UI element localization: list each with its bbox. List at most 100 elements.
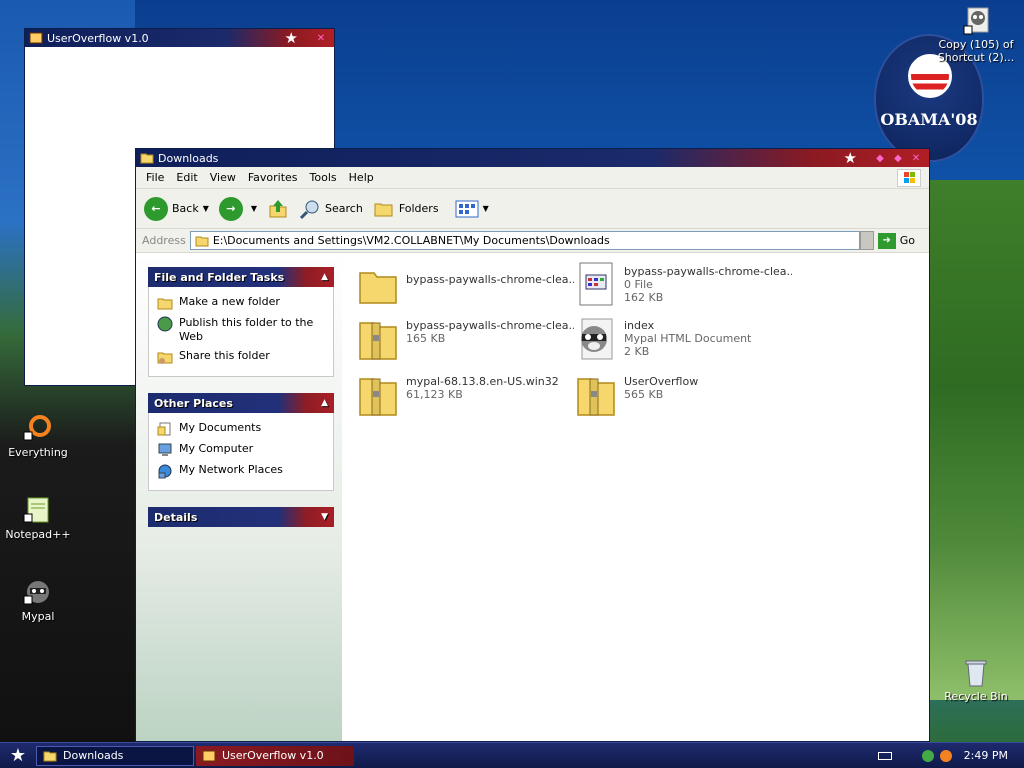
back-label: Back	[172, 202, 199, 215]
minimize-icon[interactable]: ◆	[871, 153, 889, 164]
desktop-icon-mypal[interactable]: Mypal	[0, 576, 76, 623]
task-new-folder[interactable]: Make a new folder	[157, 295, 325, 311]
close-icon[interactable]: ✕	[312, 33, 330, 44]
explorer-window[interactable]: Downloads ★ ◆ ◆ ✕ File Edit View Favorit…	[135, 148, 930, 742]
file-name: bypass-paywalls-chrome-clea...	[406, 319, 574, 332]
taskbar: ★ Downloads UserOverflow v1.0 2:49 PM	[0, 742, 1024, 768]
file-item-folder[interactable]: bypass-paywalls-chrome-clea...	[354, 261, 574, 311]
forward-button[interactable]: → ▼	[218, 196, 257, 221]
file-item-useroverflow[interactable]: UserOverflow 565 KB	[572, 371, 792, 421]
details-header[interactable]: Details ▼	[148, 507, 334, 527]
search-button[interactable]: Search	[299, 198, 363, 220]
place-my-documents-label: My Documents	[179, 421, 262, 434]
file-type: Mypal HTML Document	[624, 332, 752, 345]
desktop-shortcut-copy[interactable]: Copy (105) of Shortcut (2)...	[934, 4, 1018, 64]
taskbar-item-useroverflow-label: UserOverflow v1.0	[222, 749, 324, 762]
address-dropdown[interactable]	[859, 231, 874, 250]
collapse-icon[interactable]: ▲	[321, 398, 328, 408]
taskbar-item-downloads-label: Downloads	[63, 749, 124, 762]
keyboard-icon[interactable]	[877, 751, 892, 760]
address-bar: Address E:\Documents and Settings\VM2.CO…	[136, 229, 929, 253]
file-item-zip[interactable]: bypass-paywalls-chrome-clea... 165 KB	[354, 315, 574, 365]
useroverflow-titlebar[interactable]: UserOverflow v1.0 ★ ✕	[25, 29, 334, 47]
other-places-header[interactable]: Other Places ▲	[148, 393, 334, 413]
menu-tools[interactable]: Tools	[304, 171, 343, 184]
raccoon-shortcut-icon	[963, 7, 989, 35]
place-my-computer[interactable]: My Computer	[157, 442, 325, 458]
file-folder-tasks-panel: File and Folder Tasks ▲ Make a new folde…	[148, 267, 334, 377]
up-button[interactable]	[267, 198, 289, 220]
file-name: bypass-paywalls-chrome-clea...	[624, 265, 792, 278]
standard-toolbar: ← Back ▼ → ▼ Search Folders ▼	[136, 189, 929, 229]
desktop-icon-everything[interactable]: Everything	[0, 412, 76, 459]
file-folder-tasks-header[interactable]: File and Folder Tasks ▲	[148, 267, 334, 287]
file-name: index	[624, 319, 655, 332]
zip-folder-icon	[359, 322, 397, 360]
file-item-mypal-zip[interactable]: mypal-68.13.8.en-US.win32 61,123 KB	[354, 371, 574, 421]
taskbar-item-downloads[interactable]: Downloads	[36, 745, 194, 766]
go-button[interactable]: ➜ Go	[877, 232, 915, 249]
menu-file[interactable]: File	[140, 171, 170, 184]
network-icon	[158, 464, 172, 479]
desktop-icon-recycle-bin-label: Recycle Bin	[944, 690, 1008, 703]
address-label: Address	[142, 234, 186, 247]
folder-icon	[195, 236, 209, 246]
network-tray-icon[interactable]	[921, 749, 934, 762]
clock[interactable]: 2:49 PM	[964, 749, 1008, 762]
task-publish-web[interactable]: Publish this folder to the Web	[157, 316, 325, 344]
menu-favorites[interactable]: Favorites	[242, 171, 304, 184]
file-list: bypass-paywalls-chrome-clea... bypass-pa…	[342, 253, 929, 741]
explorer-titlebar[interactable]: Downloads ★ ◆ ◆ ✕	[136, 149, 929, 167]
desktop-wallpaper-trees	[930, 180, 1024, 700]
menu-view[interactable]: View	[204, 171, 242, 184]
menu-edit[interactable]: Edit	[170, 171, 203, 184]
taskbar-item-useroverflow[interactable]: UserOverflow v1.0	[196, 745, 354, 766]
folders-button[interactable]: Folders	[373, 198, 439, 220]
share-folder-icon	[157, 352, 173, 364]
file-name: bypass-paywalls-chrome-clea...	[406, 273, 574, 286]
folder-icon	[43, 751, 57, 761]
task-share-folder[interactable]: Share this folder	[157, 349, 325, 365]
star-icon: ★	[284, 29, 298, 47]
file-item-index[interactable]: index Mypal HTML Document 2 KB	[572, 315, 792, 365]
place-my-documents[interactable]: My Documents	[157, 421, 325, 437]
system-tray: 2:49 PM	[874, 743, 1024, 768]
mypal-raccoon-icon	[23, 581, 49, 605]
address-field[interactable]: E:\Documents and Settings\VM2.COLLABNET\…	[189, 231, 860, 250]
maximize-icon[interactable]: ◆	[889, 153, 907, 164]
file-size: 162 KB	[624, 291, 664, 304]
folder-icon	[359, 272, 397, 304]
search-label: Search	[325, 202, 363, 215]
chevron-down-icon[interactable]: ▼	[483, 204, 489, 213]
zip-folder-icon	[359, 378, 397, 416]
other-places-title: Other Places	[154, 396, 233, 410]
task-new-folder-label: Make a new folder	[179, 295, 280, 308]
collapse-icon[interactable]: ▲	[321, 272, 328, 282]
desktop-icon-everything-label: Everything	[8, 446, 68, 459]
place-my-network-label: My Network Places	[179, 463, 283, 476]
views-icon	[455, 200, 479, 217]
chevron-down-icon[interactable]: ▼	[251, 204, 257, 213]
everything-search-icon	[23, 415, 51, 441]
file-size: 565 KB	[624, 388, 664, 401]
file-size: 165 KB	[406, 332, 446, 345]
desktop-icon-notepadpp-label: Notepad++	[5, 528, 71, 541]
back-button[interactable]: ← Back ▼	[144, 196, 209, 221]
views-button[interactable]: ▼	[455, 200, 489, 218]
desktop-icon-notepadpp[interactable]: Notepad++	[0, 494, 76, 541]
close-icon[interactable]: ✕	[907, 153, 925, 164]
place-my-network[interactable]: My Network Places	[157, 463, 325, 479]
chevron-down-icon[interactable]: ▼	[203, 204, 209, 213]
expand-icon[interactable]: ▼	[321, 512, 328, 522]
useroverflow-title: UserOverflow v1.0	[47, 31, 149, 45]
folder-icon	[140, 151, 154, 165]
address-value: E:\Documents and Settings\VM2.COLLABNET\…	[212, 234, 610, 247]
desktop-icon-recycle-bin[interactable]: Recycle Bin	[936, 656, 1016, 703]
file-item-crx[interactable]: bypass-paywalls-chrome-clea... 0 File 16…	[572, 261, 792, 311]
everything-tray-icon[interactable]	[939, 749, 952, 762]
start-button[interactable]: ★	[0, 745, 36, 766]
details-panel: Details ▼	[148, 507, 334, 527]
place-my-computer-label: My Computer	[179, 442, 254, 455]
desktop-shortcut-copy-label: Copy (105) of Shortcut (2)...	[937, 38, 1015, 64]
menu-help[interactable]: Help	[343, 171, 380, 184]
